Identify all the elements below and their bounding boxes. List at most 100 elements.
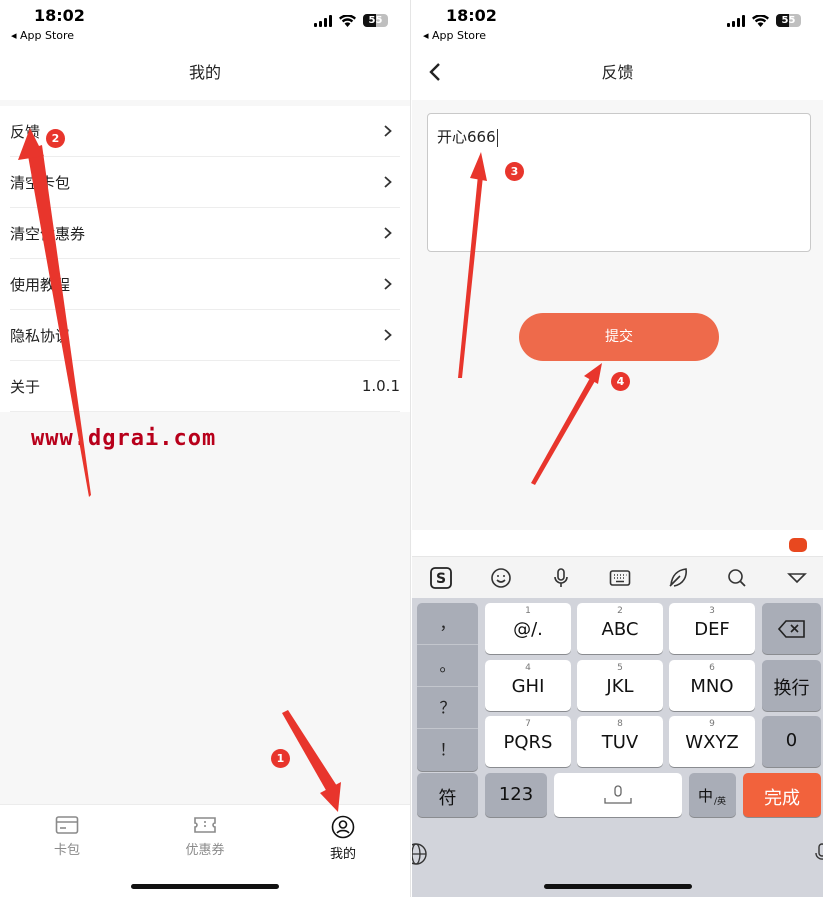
- keyboard-icon[interactable]: [608, 566, 632, 590]
- punct-key[interactable]: ！: [417, 729, 478, 771]
- key-4[interactable]: 4 GHI: [485, 660, 571, 711]
- zero-key[interactable]: 0: [762, 716, 821, 767]
- battery-icon: 55: [776, 14, 801, 27]
- punctuation-column: ， 。 ？ ！: [417, 603, 478, 771]
- page-title: 我的: [188, 63, 221, 82]
- wifi-icon: [339, 14, 356, 27]
- status-icons: 55: [727, 14, 801, 27]
- battery-level: 55: [368, 15, 383, 26]
- submit-button[interactable]: 提交: [519, 313, 719, 361]
- cellular-signal-icon: [314, 14, 332, 27]
- tab-label: 卡包: [53, 843, 80, 858]
- tab-label: 我的: [329, 847, 356, 862]
- globe-icon[interactable]: [412, 842, 428, 866]
- emoji-icon[interactable]: [489, 566, 513, 590]
- numbers-key[interactable]: 123: [485, 773, 547, 817]
- status-bar: 18:02 ◂ App Store 55: [412, 0, 823, 50]
- symbol-key[interactable]: 符: [417, 773, 478, 817]
- nav-bar: 反馈: [412, 50, 823, 100]
- tab-label: 优惠券: [185, 843, 225, 858]
- backspace-key[interactable]: [762, 603, 821, 654]
- key-sublabel: /英: [714, 797, 727, 807]
- done-key[interactable]: 完成: [743, 773, 821, 817]
- chevron-right-icon: [384, 278, 392, 290]
- key-digit: 1: [525, 606, 531, 616]
- key-2[interactable]: 2 ABC: [577, 603, 663, 654]
- card-icon: [55, 816, 79, 834]
- annotation-badge: 3: [505, 162, 524, 181]
- key-7[interactable]: 7 PQRS: [485, 716, 571, 767]
- battery-level: 55: [781, 15, 796, 26]
- tab-cards[interactable]: 卡包: [22, 815, 112, 858]
- arrow-to-submit: [531, 378, 595, 485]
- status-time: 18:02: [446, 6, 497, 25]
- key-digit: 9: [709, 719, 715, 729]
- key-label: 符: [438, 788, 457, 809]
- back-to-app-store-link[interactable]: ◂ App Store: [11, 29, 74, 42]
- version-value: 1.0.1: [361, 377, 400, 395]
- key-label: WXYZ: [685, 732, 739, 753]
- key-digit: 8: [617, 719, 623, 729]
- chevron-right-icon: [384, 329, 392, 341]
- key-9[interactable]: 9 WXYZ: [669, 716, 755, 767]
- sogou-keyboard: S ， 。 ？ ！ 1 @/. 2 ABC 3 DEF 4 GHI 5 JKL 6 MNO …: [412, 530, 823, 897]
- back-icon[interactable]: [428, 62, 442, 82]
- menu-item-clear-coupons[interactable]: 清空优惠券: [10, 208, 400, 259]
- quill-icon[interactable]: [666, 566, 690, 590]
- menu-item-label: 反馈: [10, 122, 41, 141]
- status-bar: 18:02 ◂ App Store 55: [0, 0, 410, 50]
- punct-key[interactable]: ，: [417, 603, 478, 645]
- key-label: TUV: [601, 732, 639, 753]
- language-switch-key[interactable]: 中 /英: [689, 773, 736, 817]
- tab-coupons[interactable]: 优惠券: [160, 815, 250, 858]
- key-8[interactable]: 8 TUV: [577, 716, 663, 767]
- annotation-badge: 2: [46, 129, 65, 148]
- arrow-to-profile-tab: [282, 710, 337, 792]
- dictation-mic-icon[interactable]: [814, 842, 823, 866]
- feedback-textarea[interactable]: 开心666: [427, 113, 811, 252]
- home-indicator: [543, 884, 692, 889]
- microphone-icon[interactable]: [549, 566, 573, 590]
- sogou-mascot-icon[interactable]: [789, 538, 807, 552]
- key-label: 完成: [764, 788, 800, 809]
- menu-item-tutorial[interactable]: 使用教程: [10, 259, 400, 310]
- tab-profile[interactable]: 我的: [298, 815, 388, 862]
- newline-key[interactable]: 换行: [762, 660, 821, 711]
- key-5[interactable]: 5 JKL: [577, 660, 663, 711]
- key-label: 换行: [773, 678, 810, 699]
- wifi-icon: [752, 14, 769, 27]
- cellular-signal-icon: [727, 14, 745, 27]
- menu-item-privacy[interactable]: 隐私协议: [10, 310, 400, 361]
- key-label: 0: [785, 730, 798, 751]
- sogou-logo-icon[interactable]: S: [429, 566, 453, 590]
- annotation-badge: 4: [611, 372, 630, 391]
- menu-item-label: 清空卡包: [10, 173, 71, 192]
- key-3[interactable]: 3 DEF: [669, 603, 755, 654]
- collapse-icon[interactable]: [785, 566, 809, 590]
- status-time: 18:02: [34, 6, 85, 25]
- battery-icon: 55: [363, 14, 388, 27]
- punct-key[interactable]: ？: [417, 687, 478, 729]
- key-label: PQRS: [503, 732, 553, 753]
- menu-item-about[interactable]: 关于 1.0.1: [10, 361, 400, 412]
- punct-key[interactable]: 。: [417, 645, 478, 687]
- key-1[interactable]: 1 @/.: [485, 603, 571, 654]
- key-label: 123: [498, 784, 534, 805]
- key-digit: 2: [617, 606, 623, 616]
- menu-item-feedback[interactable]: 反馈: [10, 106, 400, 157]
- keyboard-toolbar: S: [412, 556, 823, 598]
- key-6[interactable]: 6 MNO: [669, 660, 755, 711]
- space-key[interactable]: [554, 773, 682, 817]
- menu-item-clear-cards[interactable]: 清空卡包: [10, 157, 400, 208]
- keyboard-candidate-bar: [412, 530, 823, 556]
- annotation-badge: 1: [271, 749, 290, 768]
- text-cursor: [496, 128, 498, 147]
- settings-menu: 反馈 清空卡包 清空优惠券 使用教程 隐私协议 关于 1.0.1: [0, 106, 410, 412]
- menu-item-label: 清空优惠券: [10, 224, 86, 243]
- key-label: MNO: [690, 676, 734, 697]
- backspace-icon: [778, 620, 805, 638]
- profile-screen: 18:02 ◂ App Store 55 我的 反馈 清空卡包 清空优惠券 使用…: [0, 0, 411, 897]
- menu-item-label: 隐私协议: [10, 326, 71, 345]
- search-icon[interactable]: [725, 566, 749, 590]
- back-to-app-store-link[interactable]: ◂ App Store: [423, 29, 486, 42]
